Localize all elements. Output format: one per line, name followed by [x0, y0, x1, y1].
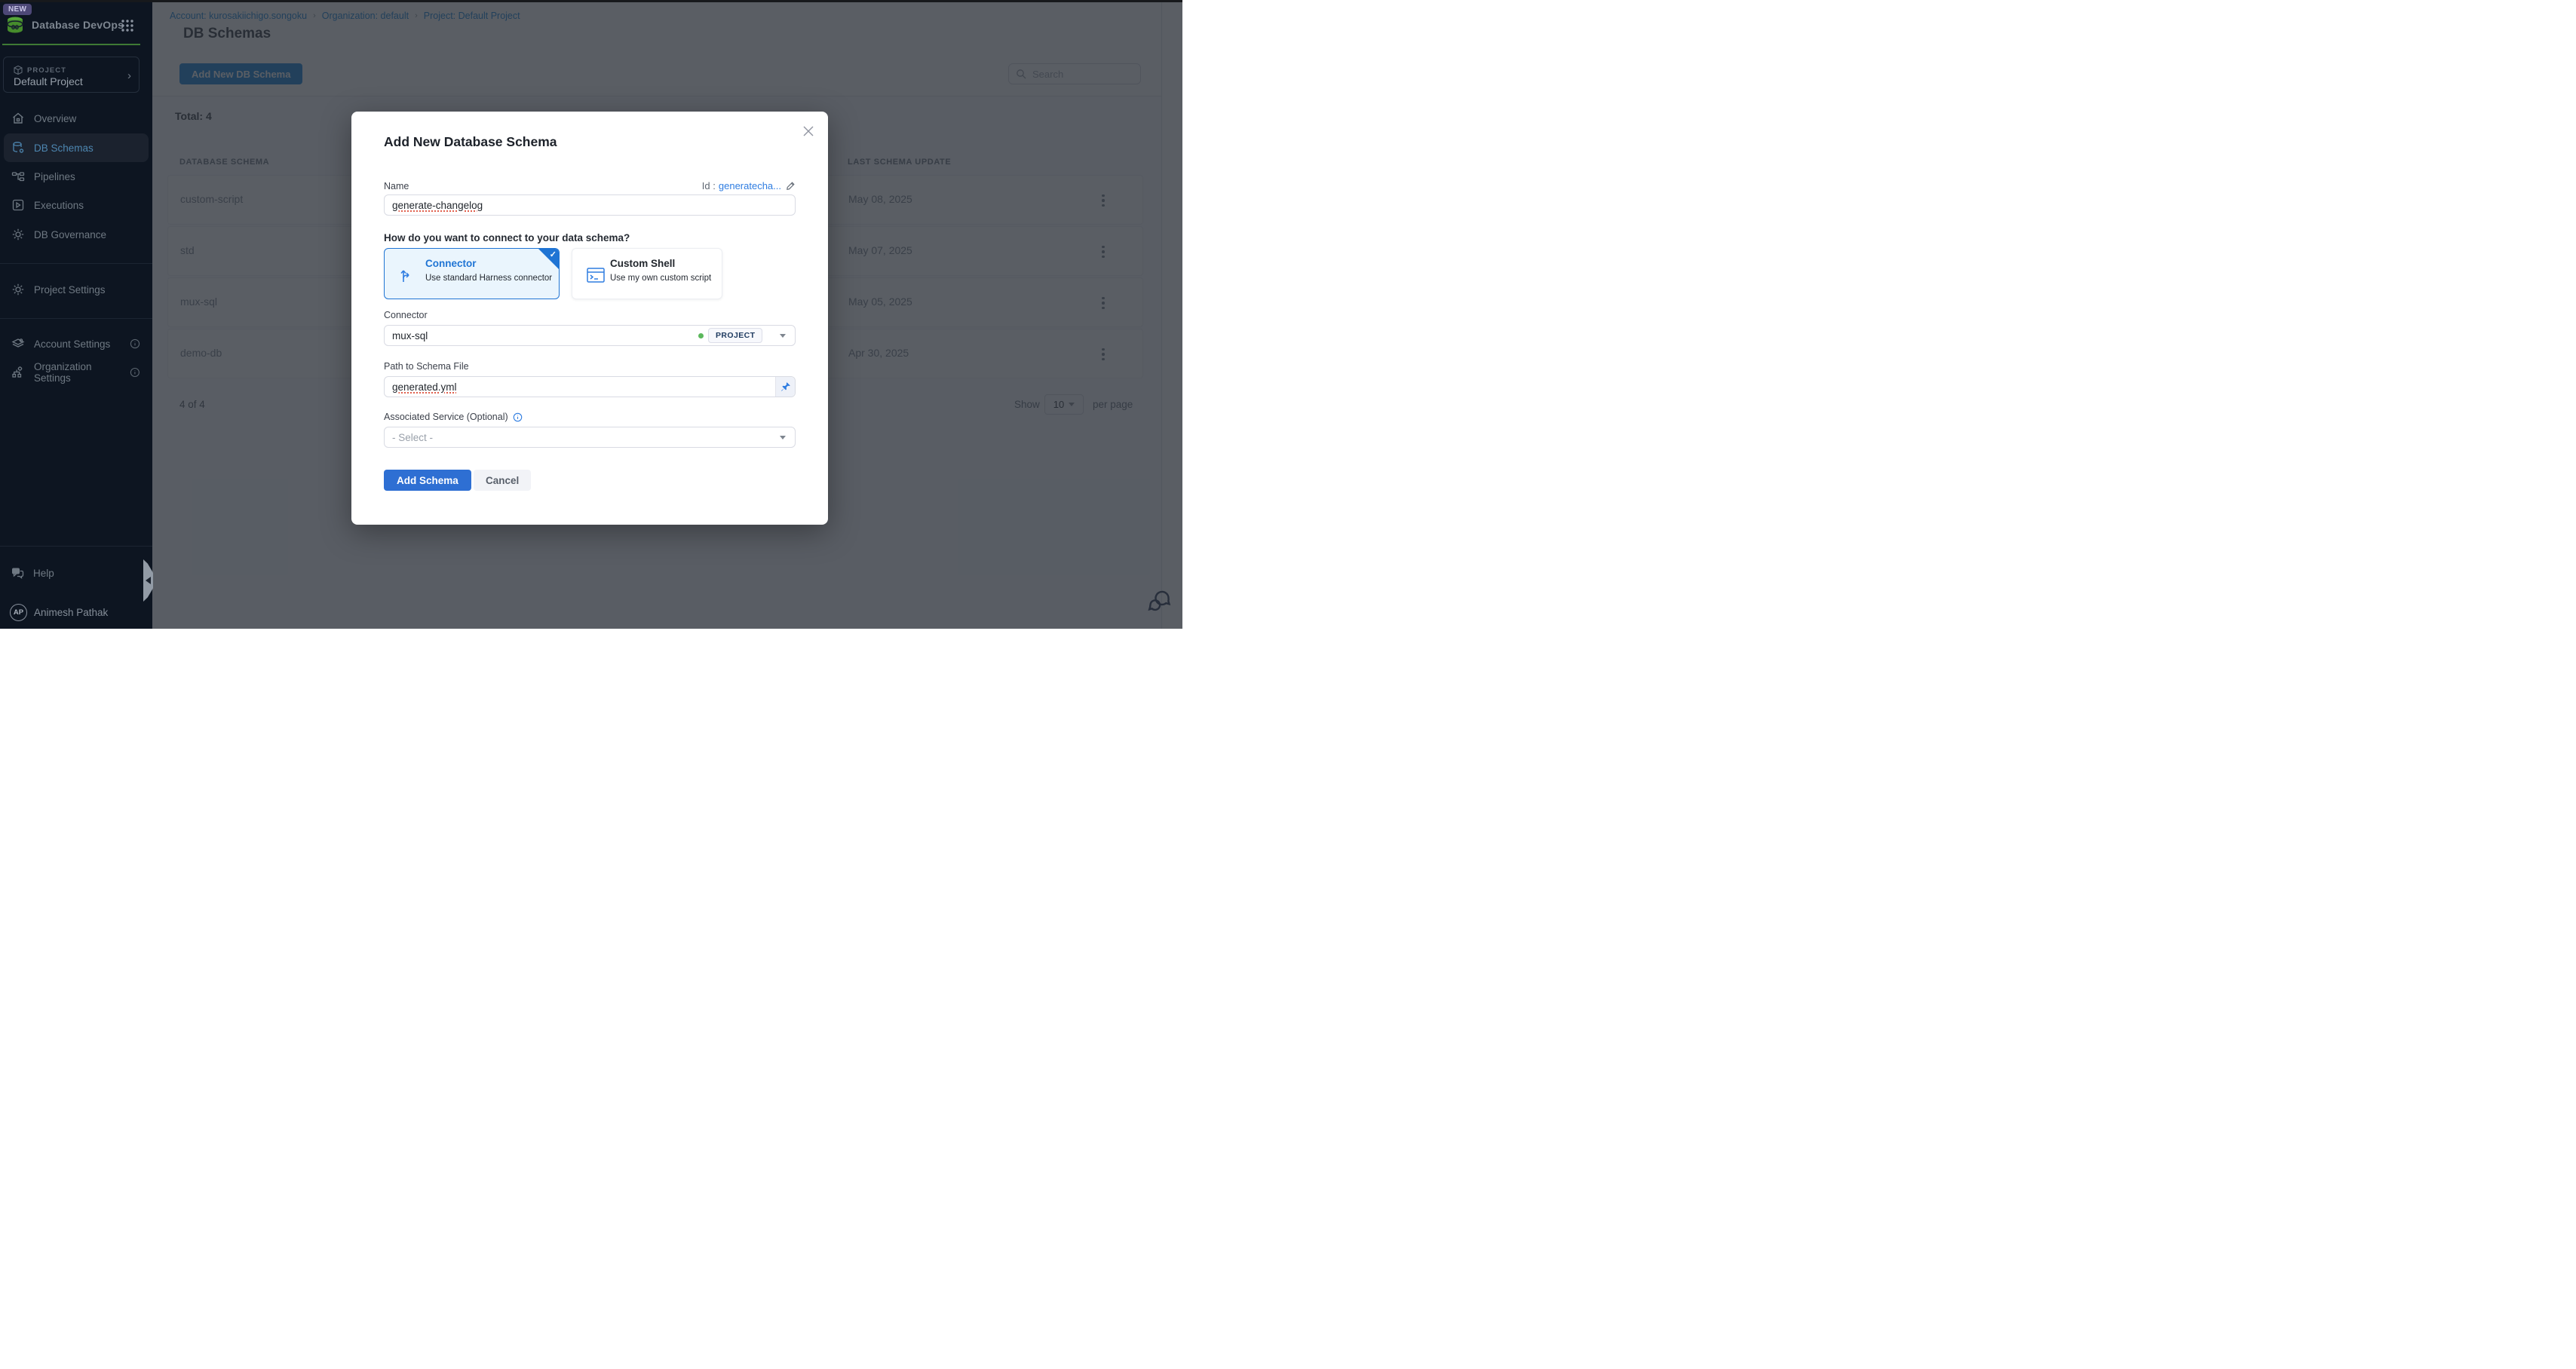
- add-schema-button[interactable]: Add Schema: [384, 470, 471, 491]
- sidebar-item-label: Overview: [34, 113, 76, 124]
- option-card-custom-shell[interactable]: Custom Shell Use my own custom script: [572, 248, 722, 299]
- help-chat-icon: ?: [11, 566, 25, 580]
- project-name: Default Project: [14, 75, 83, 87]
- help-label: Help: [33, 568, 54, 579]
- connect-question: How do you want to connect to your data …: [384, 232, 630, 243]
- sidebar-item-db-governance[interactable]: DB Governance: [0, 220, 152, 249]
- sidebar: NEW ∞ Database DevOps PROJECT Default Pr…: [0, 0, 152, 629]
- database-devops-logo-icon: ∞: [5, 14, 26, 35]
- connector-select[interactable]: mux-sql PROJECT: [384, 325, 796, 346]
- option-subtitle: Use my own custom script: [610, 274, 711, 283]
- pin-addon[interactable]: [775, 377, 795, 397]
- window-top-edge: [0, 0, 1182, 2]
- cancel-button[interactable]: Cancel: [474, 470, 531, 491]
- modal-title: Add New Database Schema: [384, 134, 557, 150]
- user-name: Animesh Pathak: [34, 607, 108, 618]
- project-scope-label: PROJECT: [27, 66, 66, 75]
- sidebar-item-label: DB Governance: [34, 229, 106, 240]
- svg-text:?: ?: [14, 568, 17, 574]
- chevron-down-icon: [780, 436, 786, 439]
- new-badge: NEW: [3, 4, 32, 15]
- id-prefix: Id :: [702, 180, 716, 191]
- sidebar-item-help[interactable]: ? Help: [0, 559, 152, 587]
- sidebar-divider: [0, 546, 152, 547]
- name-label: Name: [384, 181, 409, 191]
- gear-icon: [11, 283, 25, 296]
- option-subtitle: Use standard Harness connector: [425, 274, 552, 283]
- avatar: AP: [10, 604, 27, 621]
- connector-value: mux-sql: [392, 330, 428, 341]
- sidebar-accent-divider: [2, 44, 140, 45]
- home-icon: [11, 112, 25, 125]
- sidebar-divider: [0, 263, 152, 264]
- gear-icon: [11, 228, 25, 241]
- sidebar-item-label: Pipelines: [34, 171, 75, 182]
- info-icon: [130, 367, 140, 378]
- associated-service-select[interactable]: - Select -: [384, 427, 796, 448]
- cube-icon: [13, 65, 23, 75]
- terminal-icon: [586, 265, 606, 285]
- info-icon[interactable]: [513, 412, 523, 422]
- service-placeholder: - Select -: [392, 432, 433, 443]
- sidebar-item-account-settings[interactable]: Account Settings: [0, 329, 152, 358]
- pin-icon: [780, 381, 791, 392]
- chevron-right-icon: ›: [127, 69, 131, 82]
- org-gear-icon: [11, 366, 25, 379]
- info-icon: [130, 338, 140, 349]
- status-dot: [698, 333, 704, 338]
- project-scope-row: PROJECT: [13, 65, 66, 75]
- close-icon[interactable]: [802, 124, 815, 138]
- path-value: generated.yml: [392, 381, 457, 393]
- connector-label: Connector: [384, 310, 428, 320]
- identifier-row: Id : generatecha...: [702, 180, 796, 191]
- sidebar-item-label: Account Settings: [34, 338, 110, 350]
- sidebar-item-overview[interactable]: Overview: [0, 104, 152, 133]
- connector-arrows-icon: [398, 265, 418, 285]
- sidebar-item-label: Executions: [34, 200, 84, 211]
- collapse-arrow-icon: [146, 577, 151, 584]
- id-value-link[interactable]: generatecha...: [719, 180, 781, 191]
- svg-text:∞: ∞: [11, 20, 20, 34]
- path-input[interactable]: generated.yml: [384, 376, 796, 397]
- service-label-row: Associated Service (Optional): [384, 412, 523, 422]
- name-input[interactable]: generate-changelog: [384, 194, 796, 216]
- play-box-icon: [11, 198, 25, 212]
- option-title: Custom Shell: [610, 258, 675, 269]
- chat-bubbles-icon: [1145, 587, 1173, 616]
- option-card-connector[interactable]: ✓ Connector Use standard Harness connect…: [384, 248, 560, 299]
- sidebar-item-label: Organization Settings: [34, 361, 130, 384]
- user-menu[interactable]: AP Animesh Pathak: [0, 600, 152, 624]
- chevron-down-icon: [780, 334, 786, 338]
- scope-badge: PROJECT: [708, 328, 762, 343]
- app-grid-icon[interactable]: [121, 19, 134, 32]
- sidebar-item-label: DB Schemas: [34, 142, 94, 154]
- pipelines-icon: [11, 170, 25, 183]
- path-label: Path to Schema File: [384, 361, 469, 372]
- check-icon: ✓: [550, 250, 557, 259]
- sidebar-item-project-settings[interactable]: Project Settings: [0, 275, 152, 304]
- layers-gear-icon: [11, 337, 25, 351]
- add-schema-modal: Add New Database Schema Name Id : genera…: [351, 112, 828, 525]
- name-value: generate-changelog: [392, 200, 483, 211]
- project-selector[interactable]: PROJECT Default Project ›: [3, 57, 140, 93]
- sidebar-divider: [0, 318, 152, 319]
- sidebar-item-executions[interactable]: Executions: [0, 191, 152, 219]
- sidebar-item-organization-settings[interactable]: Organization Settings: [0, 358, 152, 387]
- support-chat-widget[interactable]: [1145, 587, 1173, 616]
- sidebar-item-pipelines[interactable]: Pipelines: [0, 162, 152, 191]
- app-title: Database DevOps: [32, 19, 124, 31]
- option-title: Connector: [425, 258, 477, 269]
- app-logo-row: ∞ Database DevOps: [5, 14, 124, 35]
- edit-pencil-icon[interactable]: [786, 181, 796, 191]
- service-label: Associated Service (Optional): [384, 412, 508, 422]
- sidebar-item-db-schemas[interactable]: DB Schemas: [4, 133, 149, 162]
- database-gear-icon: [11, 141, 25, 155]
- sidebar-item-label: Project Settings: [34, 284, 106, 296]
